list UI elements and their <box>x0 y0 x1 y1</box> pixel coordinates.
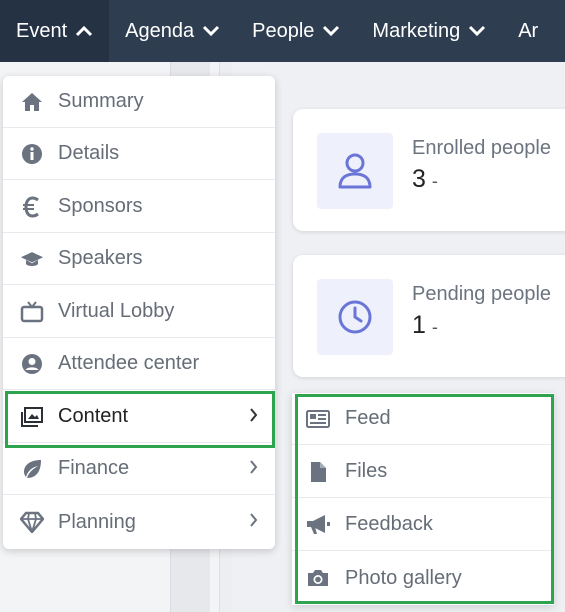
menu-item-planning[interactable]: Planning <box>3 496 275 548</box>
chevron-right-icon <box>249 458 259 476</box>
tv-icon <box>20 300 44 324</box>
user-circle-icon <box>20 352 44 376</box>
nav-item-marketing[interactable]: Marketing <box>356 0 502 62</box>
leaf-icon <box>20 457 44 481</box>
nav-item-agenda[interactable]: Agenda <box>109 0 236 62</box>
chevron-down-icon <box>468 25 486 37</box>
info-icon <box>20 142 44 166</box>
graduation-cap-icon <box>20 247 44 271</box>
event-dropdown-menu: Summary Details Sponsors Speakers Virtua… <box>3 76 275 549</box>
stat-value: 3- <box>412 165 438 193</box>
nav-label: Agenda <box>125 19 195 42</box>
menu-item-sponsors[interactable]: Sponsors <box>3 181 275 233</box>
menu-item-label: Details <box>58 142 120 164</box>
submenu-highlight-box <box>295 394 554 604</box>
menu-item-finance[interactable]: Finance <box>3 443 275 495</box>
menu-item-attendee-center[interactable]: Attendee center <box>3 338 275 390</box>
nav-label: Marketing <box>372 19 461 42</box>
user-icon <box>317 133 393 209</box>
stat-value: 1- <box>412 311 438 339</box>
content-highlight-box <box>5 391 275 448</box>
chevron-right-icon <box>249 511 259 529</box>
menu-item-label: Speakers <box>58 247 143 269</box>
stat-label: Enrolled people <box>412 137 551 159</box>
nav-item-people[interactable]: People <box>236 0 356 62</box>
menu-item-label: Finance <box>58 457 130 479</box>
menu-item-label: Sponsors <box>58 195 143 217</box>
menu-item-virtual-lobby[interactable]: Virtual Lobby <box>3 286 275 338</box>
nav-label: Ar <box>518 19 539 42</box>
menu-item-label: Planning <box>58 510 136 533</box>
nav-label: People <box>252 19 315 42</box>
chevron-down-icon <box>202 25 220 37</box>
clock-icon <box>317 279 393 355</box>
euro-icon <box>20 195 44 219</box>
nav-item-partial[interactable]: Ar <box>502 0 538 62</box>
menu-item-label: Virtual Lobby <box>58 300 175 322</box>
stat-label: Pending people <box>412 283 552 305</box>
stat-card-enrolled[interactable]: Enrolled people 3- <box>293 109 565 231</box>
top-nav: Event Agenda People Marketing Ar <box>0 0 565 62</box>
menu-item-label: Attendee center <box>58 352 200 374</box>
menu-item-label: Summary <box>58 90 144 112</box>
home-icon <box>20 90 44 114</box>
nav-label: Event <box>16 19 68 42</box>
menu-item-speakers[interactable]: Speakers <box>3 233 275 285</box>
menu-item-summary[interactable]: Summary <box>3 76 275 128</box>
nav-item-event[interactable]: Event <box>0 0 110 62</box>
menu-item-details[interactable]: Details <box>3 128 275 180</box>
gem-icon <box>20 510 44 534</box>
chevron-down-icon <box>322 25 340 37</box>
stat-card-pending[interactable]: Pending people 1- <box>293 255 565 377</box>
chevron-up-icon <box>75 25 93 37</box>
